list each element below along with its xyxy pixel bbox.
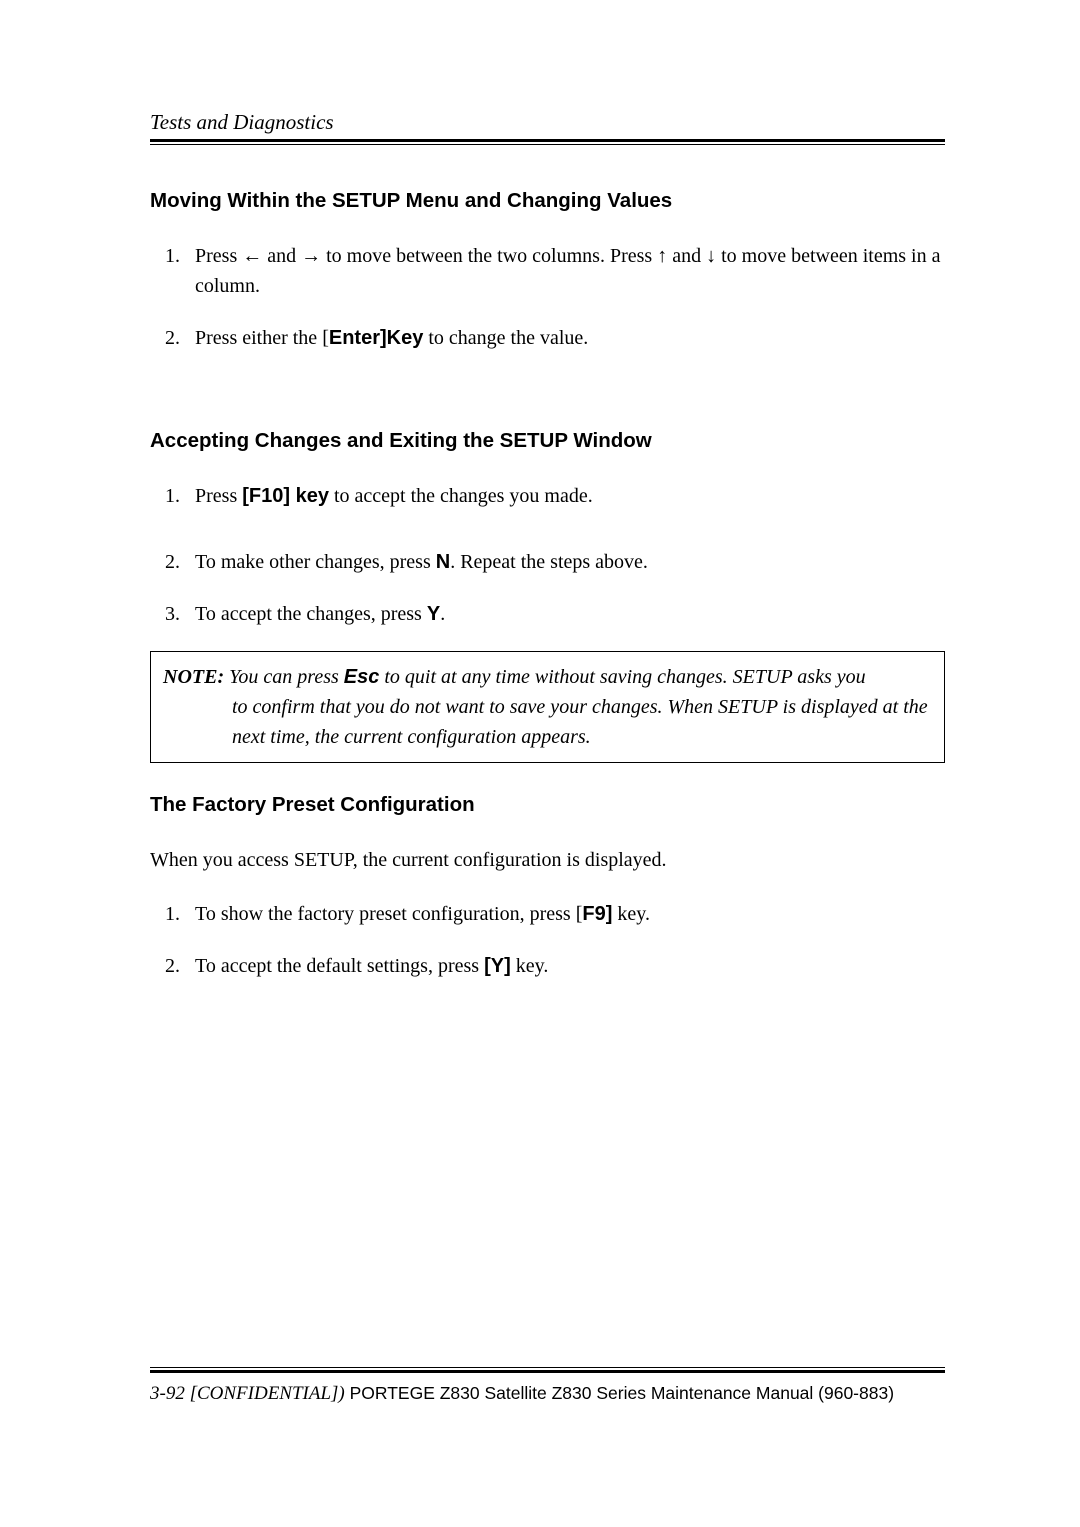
text: and <box>262 245 301 267</box>
note-label: NOTE: <box>163 666 224 688</box>
footer-pagecode: 3-92 [CONFIDENTIAL]) <box>150 1383 345 1404</box>
note-text: to quit at any time without saving chang… <box>379 666 865 688</box>
section-heading-factory: The Factory Preset Configuration <box>150 793 945 817</box>
text: Press <box>195 485 242 507</box>
list-number: 2. <box>165 547 180 577</box>
page-content: Tests and Diagnostics Moving Within the … <box>0 0 1080 981</box>
note-text: to confirm that you do not want to save … <box>163 692 928 752</box>
header-rule-thick <box>150 139 945 142</box>
list-number: 1. <box>165 241 180 271</box>
accepting-item-2: 2. To make other changes, press N. Repea… <box>195 547 945 577</box>
arrow-left-icon: ← <box>242 245 262 267</box>
accepting-item-1: 1. Press [F10] key to accept the changes… <box>195 481 945 511</box>
key-n: N <box>436 551 450 573</box>
note-text: You can press <box>224 666 344 688</box>
key-f9: F9] <box>582 903 612 925</box>
footer-text: 3-92 [CONFIDENTIAL]) PORTEGE Z830 Satell… <box>150 1383 945 1405</box>
key-f10: [F10] key <box>242 485 329 507</box>
key-y: Y <box>427 603 440 625</box>
text: Press <box>195 245 242 267</box>
factory-item-2: 2. To accept the default settings, press… <box>195 951 945 981</box>
list-number: 1. <box>165 481 180 511</box>
factory-list: 1. To show the factory preset configurat… <box>150 899 945 981</box>
text: To accept the default settings, press <box>195 955 484 977</box>
moving-list: 1. Press ← and → to move between the two… <box>150 241 945 353</box>
text: To accept the changes, press <box>195 603 427 625</box>
text: and <box>667 245 706 267</box>
note-box: NOTE: You can press Esc to quit at any t… <box>150 651 945 763</box>
list-number: 2. <box>165 323 180 353</box>
text: to change the value. <box>423 327 588 349</box>
moving-item-1: 1. Press ← and → to move between the two… <box>195 241 945 301</box>
page-footer: 3-92 [CONFIDENTIAL]) PORTEGE Z830 Satell… <box>150 1367 945 1405</box>
list-number: 2. <box>165 951 180 981</box>
factory-item-1: 1. To show the factory preset configurat… <box>195 899 945 929</box>
moving-item-2: 2. Press either the [Enter]Key to change… <box>195 323 945 353</box>
text: To make other changes, press <box>195 551 436 573</box>
key-esc: Esc <box>344 666 380 688</box>
footer-manual: PORTEGE Z830 Satellite Z830 Series Maint… <box>345 1383 894 1403</box>
accepting-list: 1. Press [F10] key to accept the changes… <box>150 481 945 629</box>
text: . <box>440 603 445 625</box>
list-number: 3. <box>165 599 180 629</box>
header-rule-thin <box>150 144 945 145</box>
text: Press either the [ <box>195 327 329 349</box>
footer-rule-thick <box>150 1370 945 1373</box>
arrow-right-icon: → <box>301 245 321 267</box>
header-title: Tests and Diagnostics <box>150 110 945 135</box>
arrow-down-icon: ↓ <box>706 245 716 267</box>
text: . Repeat the steps above. <box>450 551 648 573</box>
section-heading-accepting: Accepting Changes and Exiting the SETUP … <box>150 429 945 453</box>
accepting-item-3: 3. To accept the changes, press Y. <box>195 599 945 629</box>
section-heading-moving: Moving Within the SETUP Menu and Changin… <box>150 189 945 213</box>
text: key. <box>612 903 650 925</box>
key-y-bracket: [Y] <box>484 955 511 977</box>
key-enter: Enter]Key <box>329 327 423 349</box>
text: To show the factory preset configuration… <box>195 903 582 925</box>
footer-rule-thin <box>150 1367 945 1368</box>
list-number: 1. <box>165 899 180 929</box>
text: to accept the changes you made. <box>329 485 593 507</box>
text: to move between the two columns. Press <box>321 245 657 267</box>
factory-intro: When you access SETUP, the current confi… <box>150 845 945 875</box>
arrow-up-icon: ↑ <box>657 245 667 267</box>
text: key. <box>511 955 549 977</box>
